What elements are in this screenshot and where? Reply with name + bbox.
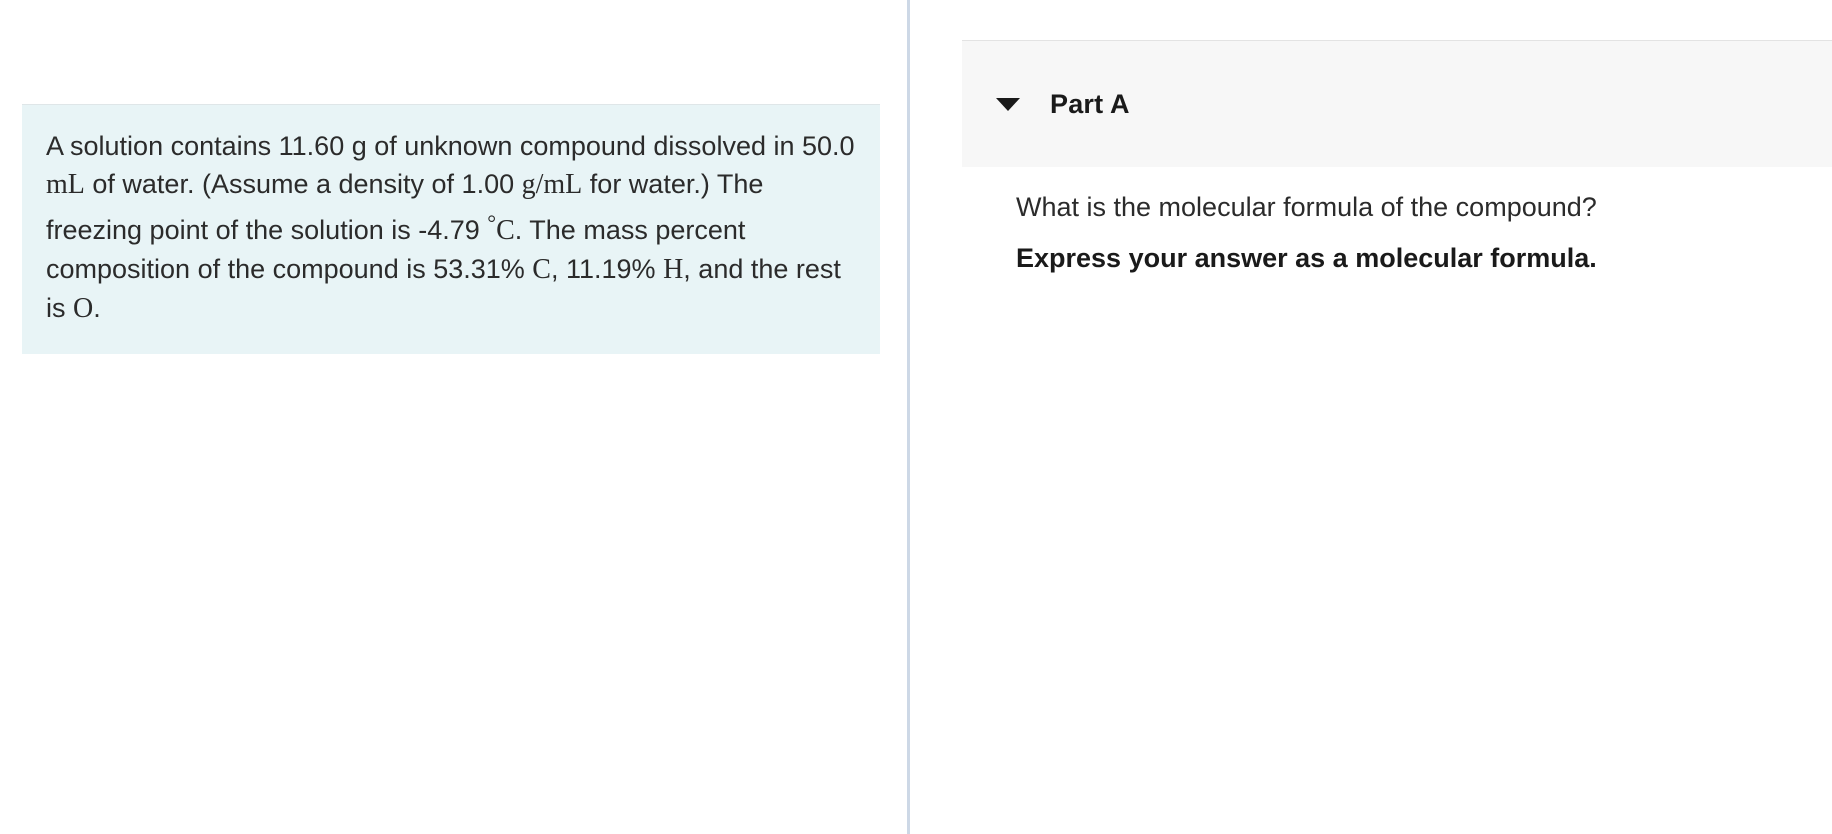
element-oxygen: O <box>73 293 94 325</box>
assignment-page: A solution contains 11.60 g of unknown c… <box>0 0 1832 834</box>
unit-grams-per-milliliter: g/mL <box>521 169 583 200</box>
problem-pane: A solution contains 11.60 g of unknown c… <box>0 0 908 834</box>
caret-down-icon[interactable] <box>996 97 1020 111</box>
degree-symbol: ° <box>487 210 497 235</box>
problem-text-part-1: A solution contains 11.60 g of unknown c… <box>46 131 855 161</box>
unit-celsius: C <box>496 215 515 247</box>
element-carbon: C <box>532 254 551 286</box>
problem-statement-box: A solution contains 11.60 g of unknown c… <box>22 104 880 355</box>
problem-text-part-2: of water. (Assume a density of 1.00 <box>84 169 522 199</box>
part-title: Part A <box>1050 88 1130 119</box>
element-hydrogen: H <box>663 254 684 286</box>
answer-pane: Part A What is the molecular formula of … <box>910 0 1832 834</box>
part-a-header[interactable]: Part A <box>962 40 1832 167</box>
question-prompt: What is the molecular formula of the com… <box>1016 192 1597 222</box>
answer-instruction: Express your answer as a molecular formu… <box>1016 243 1597 273</box>
problem-text-part-7: . <box>93 293 101 324</box>
unit-milliliter: mL <box>46 169 85 200</box>
problem-statement-text: A solution contains 11.60 g of unknown c… <box>46 127 856 328</box>
problem-text-part-5: , 11.19% <box>550 254 664 285</box>
